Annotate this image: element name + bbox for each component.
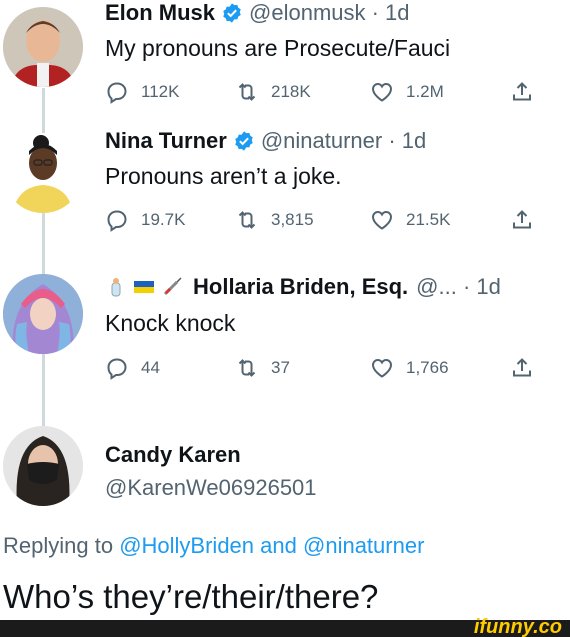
tweet-header: Elon Musk @elonmusk · 1d (105, 0, 410, 26)
reply-button[interactable]: 19.7K (105, 208, 185, 232)
author-name[interactable]: Nina Turner (105, 128, 227, 154)
like-icon (371, 82, 393, 102)
tweet-hollaria[interactable]: Hollaria Briden, Esq. @... · 1d Knock kn… (0, 272, 570, 402)
tweet-nina[interactable]: Nina Turner @ninaturner · 1d Pronouns ar… (0, 128, 570, 258)
avatar-nina[interactable] (3, 133, 83, 213)
tweet-candy-karen[interactable]: Candy Karen @KarenWe06926501 (0, 424, 570, 534)
like-button[interactable]: 1,766 (370, 356, 449, 380)
author-handle-row: @KarenWe06926501 (105, 475, 317, 501)
tweet-actions: 112K 218K 1.2M (105, 80, 535, 110)
mention-link-2[interactable]: @ninaturner (303, 533, 424, 558)
replying-prefix: Replying to (3, 533, 114, 558)
mention-and: and (260, 533, 297, 558)
reply-button[interactable]: 112K (105, 80, 179, 104)
watermark: ifunny.co (473, 616, 562, 637)
reply-icon (107, 210, 127, 232)
retweet-button[interactable]: 37 (235, 356, 290, 380)
tweet-text: My pronouns are Prosecute/Fauci (105, 35, 451, 61)
reply-count: 112K (141, 82, 180, 101)
tweet-text: Knock knock (105, 310, 236, 336)
share-icon (513, 210, 531, 229)
like-count: 21.5K (406, 210, 451, 229)
tweet-header: Nina Turner @ninaturner · 1d (105, 128, 426, 154)
share-button[interactable] (510, 208, 534, 237)
author-name[interactable]: Elon Musk (105, 0, 215, 26)
baby-bottle-icon (111, 278, 121, 297)
reply-icon (107, 82, 127, 104)
reply-count: 44 (141, 358, 160, 377)
author-handle[interactable]: @KarenWe06926501 (105, 475, 317, 501)
watermark-bar: ifunny.co (0, 616, 570, 637)
tweet-header: Hollaria Briden, Esq. @... · 1d (105, 274, 501, 300)
mention-link-1[interactable]: @HollyBriden (119, 533, 254, 558)
retweet-count: 37 (271, 358, 290, 377)
tweet-actions: 19.7K 3,815 21.5K (105, 208, 535, 238)
like-count: 1,766 (406, 358, 449, 377)
avatar-hollaria[interactable] (3, 274, 83, 354)
share-icon (513, 358, 531, 377)
ukraine-flag-icon (134, 281, 154, 293)
retweet-icon (238, 359, 256, 377)
avatar-candy-karen[interactable] (3, 426, 83, 506)
like-button[interactable]: 21.5K (370, 208, 450, 232)
tweet-elon[interactable]: Elon Musk @elonmusk · 1d My pronouns are… (0, 0, 570, 130)
tweet-text: Pronouns aren’t a joke. (105, 163, 342, 189)
author-handle[interactable]: @elonmusk · 1d (249, 0, 410, 26)
verified-badge-icon (223, 3, 241, 23)
retweet-icon (238, 83, 256, 101)
replying-to-line: Replying to @HollyBriden and @ninaturner (3, 533, 424, 559)
tweet-header: Candy Karen (105, 442, 241, 468)
share-button[interactable] (510, 356, 534, 385)
like-count: 1.2M (406, 82, 444, 101)
share-icon (513, 82, 531, 101)
like-icon (371, 210, 393, 230)
tweet-actions: 44 37 1,766 (105, 356, 535, 386)
reply-icon (107, 358, 127, 380)
like-icon (371, 358, 393, 378)
retweet-button[interactable]: 3,815 (235, 208, 314, 232)
avatar-elon[interactable] (3, 7, 83, 87)
reply-text: Who’s they’re/their/there? (3, 578, 379, 615)
reply-button[interactable]: 44 (105, 356, 160, 380)
retweet-count: 218K (271, 82, 311, 101)
retweet-count: 3,815 (271, 210, 314, 229)
author-handle[interactable]: @... · 1d (416, 274, 501, 300)
author-handle[interactable]: @ninaturner · 1d (261, 128, 426, 154)
author-name[interactable]: Candy Karen (105, 442, 241, 468)
share-button[interactable] (510, 80, 534, 109)
author-name[interactable]: Hollaria Briden, Esq. (193, 274, 408, 300)
retweet-button[interactable]: 218K (235, 80, 311, 104)
reply-count: 19.7K (141, 210, 186, 229)
like-button[interactable]: 1.2M (370, 80, 444, 104)
name-emojis (105, 276, 183, 298)
verified-badge-icon (235, 131, 253, 151)
retweet-icon (238, 211, 256, 229)
syringe-icon (163, 277, 182, 296)
